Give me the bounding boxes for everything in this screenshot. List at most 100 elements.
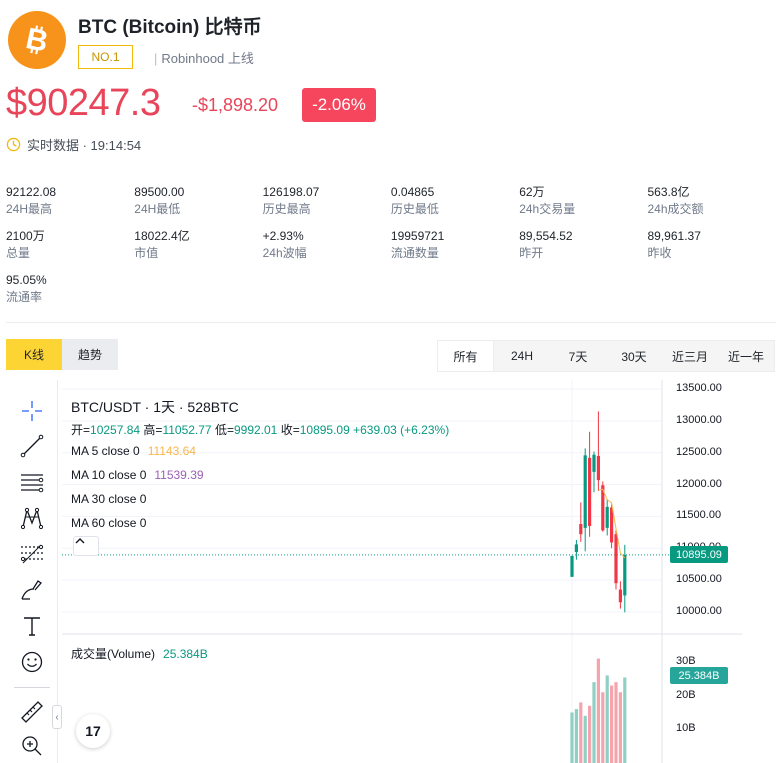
- stat-label: 24H最高: [6, 202, 53, 216]
- price-tick-label: 11500.00: [676, 509, 722, 522]
- stat-value: 126198.07: [262, 185, 320, 199]
- coin-title: BTC (Bitcoin) 比特币: [78, 17, 262, 38]
- ma30-legend: MA 30 close 0: [71, 492, 146, 506]
- range-tab-all[interactable]: 所有: [438, 341, 494, 371]
- trend-line-icon: [20, 434, 44, 458]
- toolbar-collapse-handle[interactable]: ‹: [52, 705, 62, 729]
- candle-body: [623, 554, 627, 596]
- stat-item: 89500.00 24H最低: [134, 185, 262, 217]
- horizontal-lines-icon: [21, 474, 44, 493]
- candle-body: [579, 524, 583, 535]
- high-value: 11052.77: [162, 423, 212, 437]
- high-label: 高=: [143, 423, 163, 437]
- stat-item: +2.93% 24h波幅: [263, 229, 391, 261]
- volume-tick-label: 10B: [676, 722, 696, 735]
- ma5-legend: MA 5 close 0 11143.64: [71, 444, 196, 458]
- legend-collapse-button[interactable]: [73, 536, 99, 556]
- fib-tool[interactable]: [18, 540, 46, 568]
- stat-label: 24h交易量: [519, 202, 576, 216]
- stat-label: 历史最高: [262, 202, 311, 216]
- volume-legend: 成交量(Volume) 25.384B: [71, 645, 208, 662]
- section-divider: [6, 322, 776, 323]
- range-tab-24h[interactable]: 24H: [494, 341, 550, 371]
- bitcoin-icon: B: [23, 23, 51, 57]
- stat-label: 市值: [134, 246, 159, 260]
- stat-value: 19959721: [390, 229, 445, 243]
- bitcoin-logo: B: [8, 11, 66, 69]
- crosshair-tool[interactable]: [18, 397, 46, 425]
- volume-bar: [588, 705, 592, 763]
- candle-body: [583, 455, 587, 528]
- last-price-tag: 10895.09: [670, 546, 728, 563]
- stat-item: 62万 24h交易量: [519, 185, 647, 217]
- horizontal-lines-tool[interactable]: [18, 468, 46, 496]
- range-tab-7d[interactable]: 7天: [550, 341, 606, 371]
- ma5-value: 11143.64: [147, 444, 196, 458]
- low-label: 低=: [214, 423, 234, 437]
- range-tab-30d[interactable]: 30天: [606, 341, 662, 371]
- ma60-label: MA 60 close 0: [71, 516, 147, 530]
- candle-body: [592, 454, 596, 472]
- text-tool[interactable]: [18, 612, 46, 640]
- low-value: 9992.01: [233, 423, 278, 437]
- candlestick-chart[interactable]: BTC/USDT · 1天 · 528BTC 开=10257.84 高=1105…: [62, 380, 776, 763]
- stat-label: 24h成交额: [647, 202, 704, 216]
- stat-value: 2100万: [6, 229, 45, 243]
- brush-tool[interactable]: [18, 576, 46, 604]
- stat-value: 89,554.52: [519, 229, 573, 243]
- volume-bar: [601, 692, 605, 763]
- price-tick-label: 12000.00: [676, 477, 722, 490]
- stat-label: 流通率: [6, 290, 43, 304]
- tab-kline[interactable]: K线: [6, 339, 62, 370]
- volume-bar: [623, 677, 627, 763]
- chevron-up-icon: [75, 538, 85, 544]
- ma60-legend: MA 60 close 0: [71, 516, 146, 530]
- close-value: 10895.09: [299, 423, 350, 437]
- range-tab-3m[interactable]: 近三月: [662, 341, 718, 371]
- stat-item: 126198.07 历史最高: [263, 185, 391, 217]
- zoom-in-tool[interactable]: [18, 732, 46, 760]
- tab-trend[interactable]: 趋势: [62, 339, 118, 370]
- stat-item: 563.8亿 24h成交额: [648, 185, 776, 217]
- volume-bar: [605, 675, 609, 763]
- candle-body: [614, 534, 618, 584]
- ohlc-legend: 开=10257.84 高=11052.77 低=9992.01 收=10895.…: [71, 421, 449, 438]
- ruler-tool[interactable]: [18, 698, 46, 726]
- tradingview-logo[interactable]: 17: [76, 714, 110, 748]
- stat-value: +2.93%: [262, 229, 304, 243]
- stat-item: 18022.4亿 市值: [134, 229, 262, 261]
- clock-icon: [6, 137, 21, 152]
- volume-bar: [579, 702, 583, 763]
- stat-value: 95.05%: [6, 273, 47, 287]
- realtime-status: 实时数据 · 19:14:54: [6, 135, 141, 154]
- text-icon: [24, 617, 40, 636]
- volume-bar: [583, 715, 587, 763]
- trend-line-tool[interactable]: [18, 432, 46, 460]
- emoji-tool[interactable]: [18, 648, 46, 676]
- volume-bar: [596, 658, 600, 763]
- price-tick-label: 12500.00: [676, 445, 722, 458]
- price-change-absolute: -$1,898.20: [192, 95, 279, 115]
- ma5-label: MA 5 close 0: [71, 444, 140, 458]
- stat-label: 昨收: [647, 246, 672, 260]
- range-tabs: 所有 24H 7天 30天 近三月 近一年: [437, 340, 775, 372]
- volume-bar: [592, 682, 596, 763]
- view-tabs: K线 趋势: [6, 339, 118, 370]
- listing-label: Robinhood 上线: [161, 51, 254, 66]
- chart-symbol: BTC/USDT · 1天 · 528BTC: [71, 399, 239, 415]
- candle-body: [588, 457, 592, 526]
- volume-bar: [614, 682, 618, 763]
- range-tab-1y[interactable]: 近一年: [718, 341, 774, 371]
- volume-bar: [570, 712, 574, 763]
- stat-value: 89,961.37: [647, 229, 701, 243]
- candle-body: [605, 506, 609, 528]
- ma10-value: 11539.39: [154, 468, 204, 482]
- price-tick-label: 13000.00: [676, 413, 722, 426]
- stat-item: 89,961.37 昨收: [648, 229, 776, 261]
- pattern-tool[interactable]: [18, 504, 46, 532]
- stat-value: 0.04865: [390, 185, 435, 199]
- rank-badge: NO.1: [78, 45, 133, 69]
- listing-info: | Robinhood 上线: [154, 51, 254, 66]
- emoji-icon: [21, 651, 43, 673]
- candle-body: [596, 455, 600, 481]
